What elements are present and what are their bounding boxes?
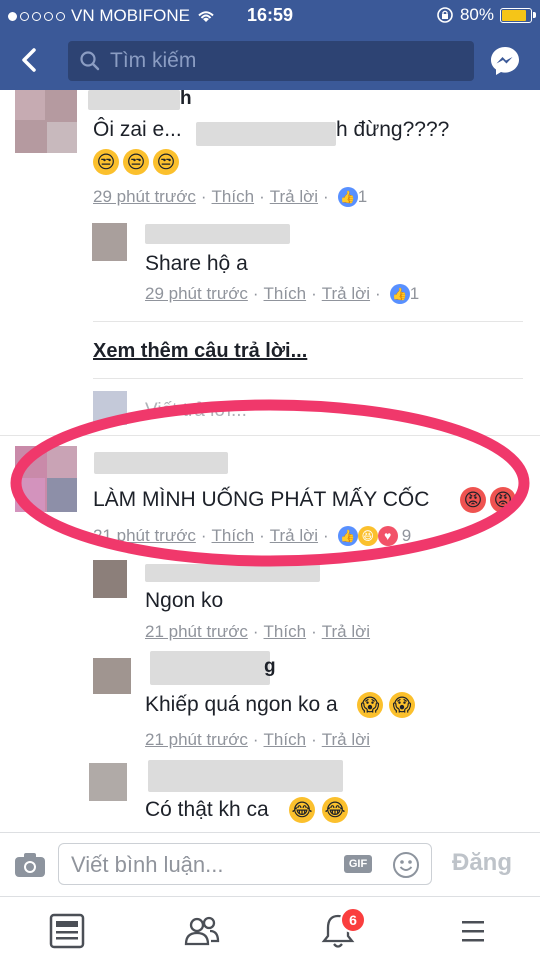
view-more-replies-link[interactable]: Xem thêm câu trả lời... xyxy=(93,340,307,363)
like-link[interactable]: Thích xyxy=(212,187,255,207)
avatar[interactable] xyxy=(93,560,127,598)
unamused-emoji: 😒 xyxy=(93,149,119,175)
like-reaction-icon[interactable]: 👍 xyxy=(337,187,358,207)
reply-link[interactable]: Trả lời xyxy=(322,622,370,642)
battery-percent: 80% xyxy=(459,5,494,24)
comment-meta: 29 phút trước · Thích · Trả lời · 👍 1 xyxy=(93,187,368,207)
reaction-count[interactable]: 1 xyxy=(410,284,419,304)
reply-link[interactable]: Trả lời xyxy=(322,284,370,304)
avatar[interactable] xyxy=(89,763,127,801)
author-name-redacted[interactable] xyxy=(88,90,180,110)
author-name-redacted[interactable] xyxy=(148,760,343,792)
avatar xyxy=(93,391,127,425)
like-reaction-icon[interactable]: 👍 xyxy=(389,284,410,304)
angry-emoji: 😡 xyxy=(460,487,486,513)
bottom-tab-bar: 6 xyxy=(0,896,540,961)
like-link[interactable]: Thích xyxy=(212,526,255,546)
timestamp[interactable]: 29 phút trước xyxy=(145,284,248,304)
tears-of-joy-emoji: 😂 xyxy=(322,797,348,823)
like-link[interactable]: Thích xyxy=(264,284,307,304)
avatar[interactable] xyxy=(15,90,77,153)
comment-text-end: h đừng???? xyxy=(336,118,450,141)
reply-link[interactable]: Trả lời xyxy=(322,730,370,750)
timestamp[interactable]: 21 phút trước xyxy=(93,526,196,546)
comment-placeholder: Viết bình luận... xyxy=(71,852,224,877)
avatar[interactable] xyxy=(93,658,131,694)
love-reaction-icon[interactable]: ♥ xyxy=(377,526,398,546)
notification-count-badge: 6 xyxy=(340,907,366,933)
author-name-fragment[interactable]: h xyxy=(180,90,192,110)
comment-text-redacted xyxy=(196,122,336,146)
author-name-fragment[interactable]: g xyxy=(264,656,276,678)
timestamp[interactable]: 21 phút trước xyxy=(145,730,248,750)
gif-button[interactable]: GIF xyxy=(344,855,372,873)
haha-reaction-icon[interactable]: 😆 xyxy=(357,526,378,546)
back-arrow-icon[interactable] xyxy=(14,44,46,76)
status-bar: VN MOBIFONE 16:59 80% xyxy=(0,0,540,32)
camera-icon[interactable] xyxy=(14,852,46,878)
nav-bar: Tìm kiếm xyxy=(0,32,540,90)
comment-text: Khiếp quá ngon ko a xyxy=(145,693,338,716)
comment-meta: 21 phút trước · Thích · Trả lời xyxy=(145,730,371,750)
scream-emoji: 😱 xyxy=(357,692,383,718)
reply-link[interactable]: Trả lời xyxy=(270,187,318,207)
avatar[interactable] xyxy=(15,446,77,512)
messenger-icon[interactable] xyxy=(488,44,522,78)
news-feed-icon[interactable] xyxy=(47,911,87,951)
timestamp[interactable]: 21 phút trước xyxy=(145,622,248,642)
search-placeholder: Tìm kiếm xyxy=(110,49,197,72)
comment-meta: 21 phút trước · Thích · Trả lời · 👍 😆 ♥ 9 xyxy=(93,526,412,546)
reply-link[interactable]: Trả lời xyxy=(270,526,318,546)
friends-icon[interactable] xyxy=(182,911,222,951)
reaction-count[interactable]: 1 xyxy=(358,187,367,207)
rotation-lock-icon xyxy=(437,7,453,23)
comment-input[interactable]: Viết bình luận... GIF xyxy=(58,843,432,885)
avatar[interactable] xyxy=(92,223,127,261)
search-input[interactable]: Tìm kiếm xyxy=(68,41,474,81)
comment-meta: 21 phút trước · Thích · Trả lời xyxy=(145,622,371,642)
comments-thread: h Ôi zai e... h đừng???? 😒 😒 😒 29 phút t… xyxy=(0,90,540,832)
comment-meta: 29 phút trước · Thích · Trả lời · 👍 1 xyxy=(145,284,420,304)
post-button[interactable]: Đăng xyxy=(452,849,512,877)
emoji-picker-icon[interactable] xyxy=(392,851,420,879)
reaction-count[interactable]: 9 xyxy=(402,526,411,546)
menu-hamburger-icon[interactable] xyxy=(453,911,493,951)
author-name-redacted[interactable] xyxy=(145,224,290,244)
comment-text: Share hộ a xyxy=(145,252,248,275)
author-name-redacted[interactable] xyxy=(150,651,270,685)
unamused-emoji: 😒 xyxy=(153,149,179,175)
author-name-redacted[interactable] xyxy=(94,452,228,474)
comment-text: Ngon ko xyxy=(145,589,224,612)
comment-text: LÀM MÌNH UỐNG PHÁT MẤY CỐC xyxy=(93,488,430,511)
angry-emoji: 😡 xyxy=(490,487,516,513)
divider xyxy=(93,321,523,322)
like-link[interactable]: Thích xyxy=(264,622,307,642)
search-icon xyxy=(80,51,100,71)
unamused-emoji: 😒 xyxy=(123,149,149,175)
divider xyxy=(93,378,523,379)
comment-text: Ôi zai e... xyxy=(93,118,182,141)
author-name-redacted[interactable] xyxy=(145,564,320,582)
comment-composer: Viết bình luận... GIF Đăng xyxy=(0,832,540,897)
divider xyxy=(0,435,540,436)
comment-text: Có thật kh ca xyxy=(145,798,269,821)
timestamp[interactable]: 29 phút trước xyxy=(93,187,196,207)
like-link[interactable]: Thích xyxy=(264,730,307,750)
tears-of-joy-emoji: 😂 xyxy=(289,797,315,823)
like-reaction-icon[interactable]: 👍 xyxy=(337,526,358,546)
battery-icon xyxy=(500,7,536,23)
reply-input[interactable]: Viết trả lời... xyxy=(145,400,247,422)
scream-emoji: 😱 xyxy=(389,692,415,718)
